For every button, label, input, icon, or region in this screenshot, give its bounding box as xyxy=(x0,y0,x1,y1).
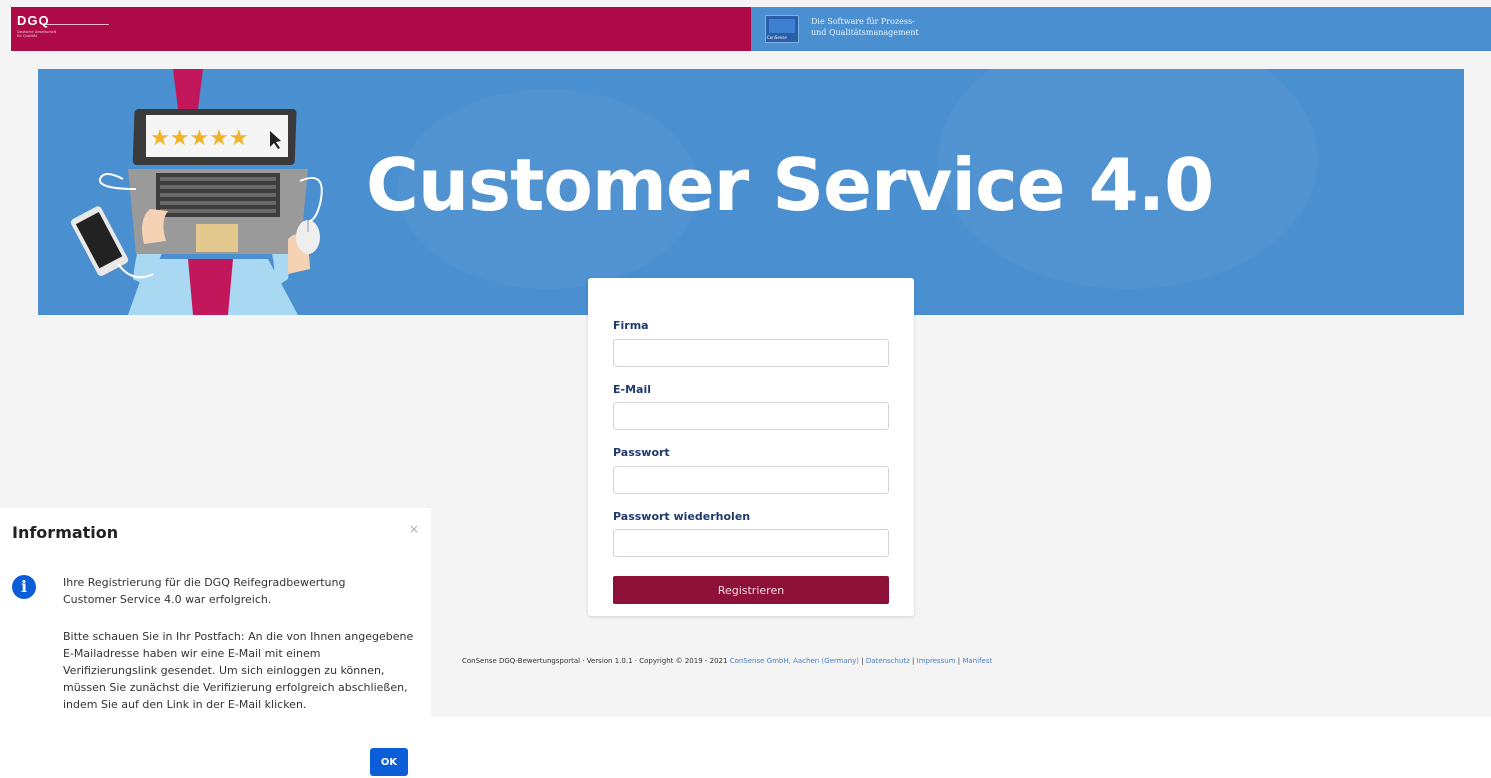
password-repeat-input[interactable] xyxy=(613,529,889,557)
company-link[interactable]: ConSense GmbH, Aachen (Germany) xyxy=(730,657,859,665)
laptop-illustration: ★★★★★ xyxy=(70,69,323,315)
password-label: Passwort xyxy=(613,446,670,459)
consense-header-section: ConSense Die Software für Prozess- und Q… xyxy=(751,7,1491,51)
footer: ConSense DGQ-Bewertungsportal · Version … xyxy=(462,657,993,665)
dialog-message-verification: Bitte schauen Sie in Ihr Postfach: An di… xyxy=(63,630,414,711)
ok-button[interactable]: OK xyxy=(370,748,408,776)
dialog-message-success: Ihre Registrierung für die DGQ Reifegrad… xyxy=(63,576,346,606)
password-input[interactable] xyxy=(613,466,889,494)
password-repeat-label: Passwort wiederholen xyxy=(613,510,751,523)
privacy-link[interactable]: Datenschutz xyxy=(866,657,910,665)
register-button[interactable]: Registrieren xyxy=(613,576,889,604)
dgq-logo-subtitle: Deutsche Gesellschaft für Qualität xyxy=(17,30,57,38)
banner-title: Customer Service 4.0 xyxy=(366,143,1214,227)
footer-copyright: ConSense DGQ-Bewertungsportal · Version … xyxy=(462,657,730,665)
manifest-link[interactable]: Manifest xyxy=(962,657,992,665)
close-icon[interactable]: × xyxy=(409,522,419,536)
svg-text:★★★★★: ★★★★★ xyxy=(150,126,249,151)
information-dialog: Information × i Ihre Registrierung für d… xyxy=(0,508,431,778)
top-header: DGQ Deutsche Gesellschaft für Qualität C… xyxy=(11,7,1491,51)
registration-form: Firma E-Mail Passwort Passwort wiederhol… xyxy=(588,278,914,616)
consense-tagline: Die Software für Prozess- und Qualitätsm… xyxy=(811,17,919,37)
imprint-link[interactable]: Impressum xyxy=(917,657,956,665)
email-label: E-Mail xyxy=(613,383,651,396)
firma-input[interactable] xyxy=(613,339,889,367)
info-icon: i xyxy=(12,575,36,599)
dgq-logo[interactable]: DGQ Deutsche Gesellschaft für Qualität xyxy=(17,13,109,38)
firma-label: Firma xyxy=(613,319,649,332)
consense-logo[interactable]: ConSense xyxy=(765,15,799,43)
dgq-header-section: DGQ Deutsche Gesellschaft für Qualität xyxy=(11,7,751,51)
email-input[interactable] xyxy=(613,402,889,430)
dialog-title: Information xyxy=(12,523,119,542)
